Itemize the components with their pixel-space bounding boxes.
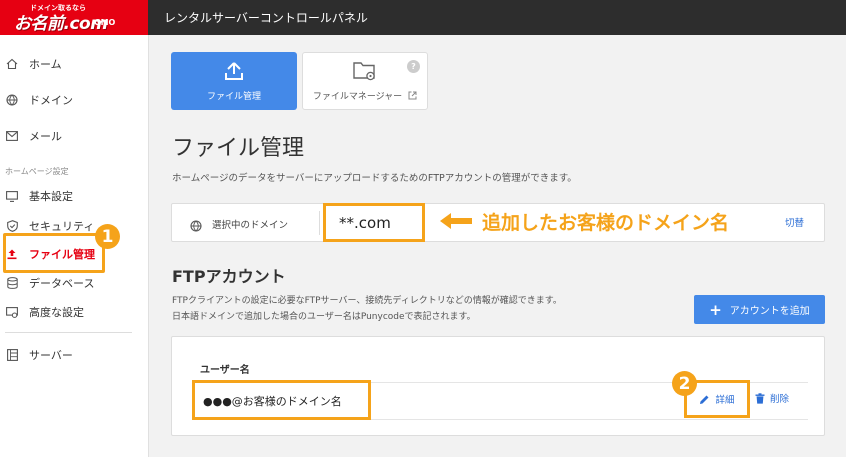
ftp-section-title: FTPアカウント — [172, 267, 286, 286]
help-icon[interactable]: ? — [407, 60, 420, 73]
sidebar-item-label: 高度な設定 — [29, 306, 84, 319]
advanced-settings-icon — [5, 305, 19, 319]
sidebar-item-advanced-settings[interactable]: 高度な設定 — [0, 298, 149, 326]
detail-label: 詳細 — [715, 395, 735, 406]
page-title: ファイル管理 — [172, 136, 305, 161]
globe-icon — [190, 217, 202, 236]
sidebar-item-label: ホーム — [29, 58, 62, 71]
sidebar-item-label: データベース — [29, 277, 95, 290]
step-badge-2: 2 — [672, 371, 697, 396]
folder-settings-icon — [352, 60, 378, 82]
monitor-icon — [5, 189, 19, 203]
domain-annotation: 追加したお客様のドメイン名 — [482, 212, 730, 234]
sidebar-item-home[interactable]: ホーム — [0, 50, 149, 78]
plus-icon: + — [709, 300, 722, 319]
logo[interactable]: ドメイン取るなら お名前.com GMO — [0, 0, 148, 35]
sidebar-section-label: ホームページ設定 — [5, 167, 69, 176]
mail-icon — [5, 129, 19, 143]
tab-label: ファイル管理 — [206, 92, 261, 102]
add-account-button[interactable]: + アカウントを追加 — [694, 295, 825, 324]
pencil-icon — [700, 395, 709, 404]
sidebar-item-label: 基本設定 — [29, 190, 73, 203]
sidebar-item-database[interactable]: データベース — [0, 269, 149, 297]
database-icon — [5, 276, 19, 290]
shield-icon — [5, 219, 19, 233]
arrow-left-icon — [438, 210, 474, 236]
globe-icon — [5, 93, 19, 107]
selected-domain-value: **.com — [323, 203, 425, 242]
selected-domain-label: 選択中のドメイン — [212, 220, 289, 231]
sidebar-item-basic-settings[interactable]: 基本設定 — [0, 182, 149, 210]
domain-separator — [319, 211, 320, 235]
sidebar-item-label: ドメイン — [29, 94, 73, 107]
sidebar-item-domain[interactable]: ドメイン — [0, 86, 149, 114]
ftp-description: FTPクライアントの設定に必要なFTPサーバー、接続先ディレクトリなどの情報が確… — [172, 293, 562, 325]
sidebar-item-mail[interactable]: メール — [0, 122, 149, 150]
add-account-label: アカウントを追加 — [729, 306, 810, 317]
trash-icon — [755, 392, 765, 404]
logo-gmo: GMO — [94, 18, 116, 27]
sidebar-divider — [5, 332, 132, 333]
ftp-description-line: FTPクライアントの設定に必要なFTPサーバー、接続先ディレクトリなどの情報が確… — [172, 296, 562, 306]
ftp-description-line: 日本語ドメインで追加した場合のユーザー名はPunycodeで表記されます。 — [172, 312, 476, 322]
top-bar: ドメイン取るなら お名前.com GMO レンタルサーバーコントロールパネル — [0, 0, 846, 35]
table-cell-username: ●●●@お客様のドメイン名 — [192, 380, 371, 420]
switch-domain-link[interactable]: 切替 — [785, 215, 804, 229]
page-description: ホームページのデータをサーバーにアップロードするためのFTPアカウントの管理がで… — [172, 173, 577, 184]
tab-label: ファイルマネージャー — [312, 92, 403, 102]
delete-button[interactable]: 削除 — [755, 391, 789, 405]
delete-label: 削除 — [770, 394, 790, 405]
column-header-username: ユーザー名 — [200, 365, 250, 376]
sidebar-item-label: サーバー — [29, 349, 73, 362]
step-badge-1: 1 — [95, 224, 120, 249]
sidebar-item-label: メール — [29, 130, 62, 143]
sidebar-item-server[interactable]: サーバー — [0, 341, 149, 369]
app-title: レンタルサーバーコントロールパネル — [164, 11, 368, 25]
tab-file-management[interactable]: ファイル管理 — [171, 52, 297, 110]
highlight-file-management — [3, 233, 105, 273]
server-icon — [5, 348, 19, 362]
sidebar-item-label: セキュリティ — [29, 220, 95, 233]
tab-file-manager[interactable]: ? ファイルマネージャー — [302, 52, 428, 110]
upload-icon — [223, 60, 245, 82]
home-icon — [5, 57, 19, 71]
external-link-icon — [408, 91, 417, 100]
